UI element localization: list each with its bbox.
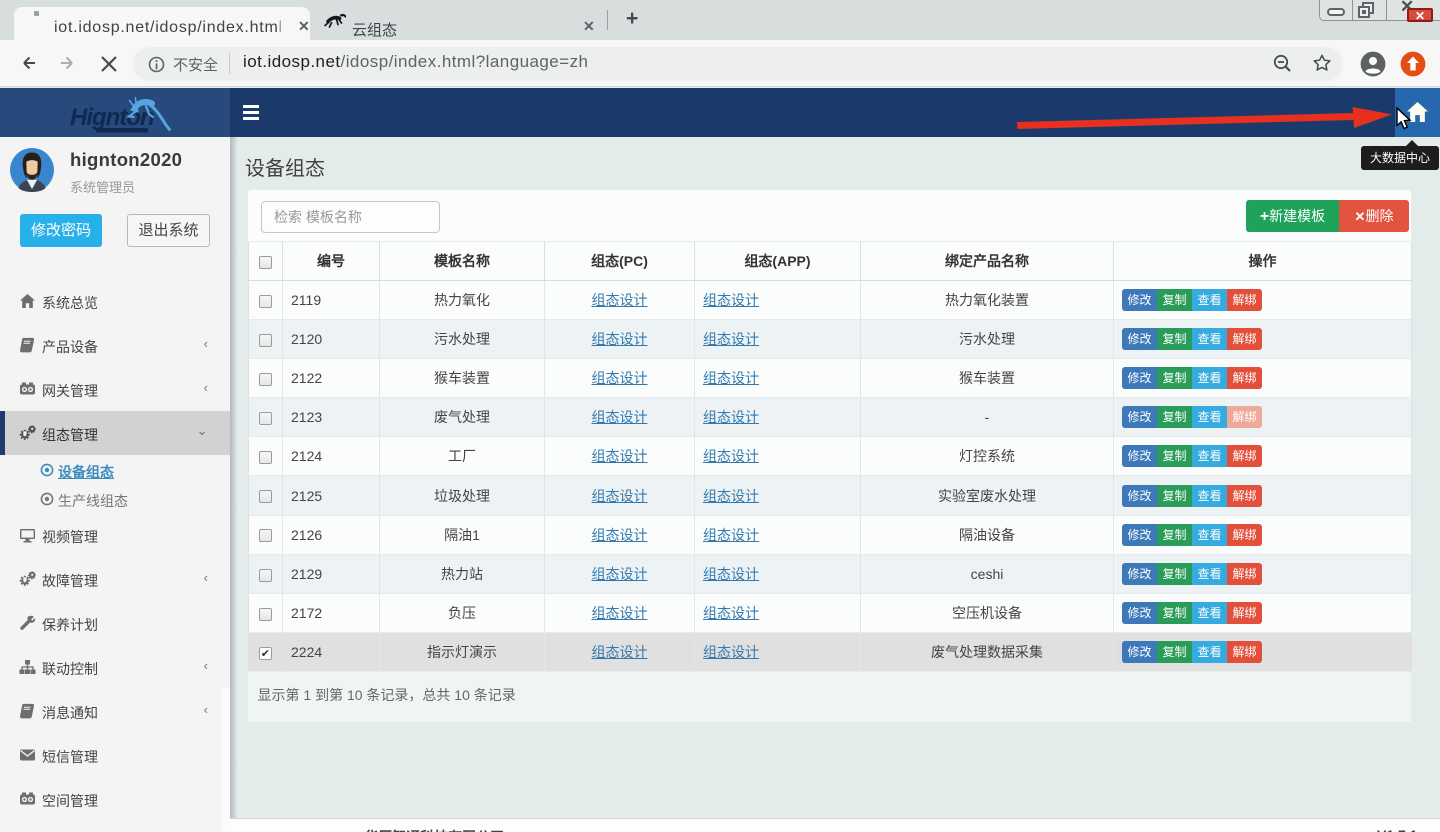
- svg-text:Hignton: Hignton: [70, 104, 154, 131]
